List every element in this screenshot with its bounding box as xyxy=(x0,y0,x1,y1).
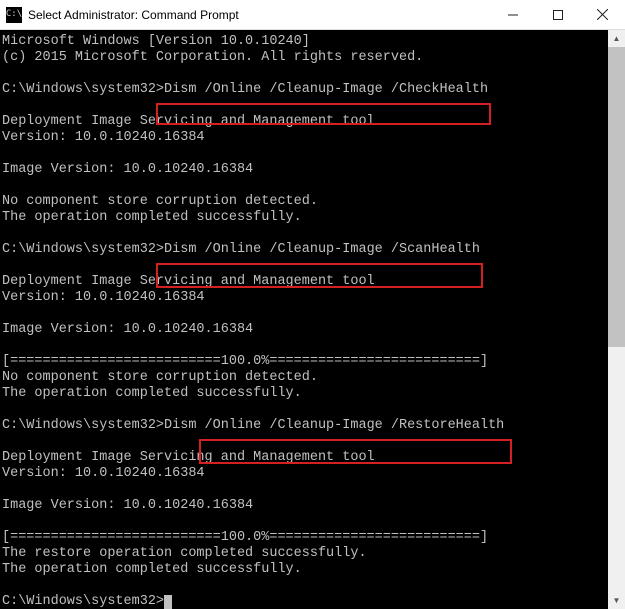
output-line xyxy=(2,226,606,242)
output-line: The operation completed successfully. xyxy=(2,210,606,226)
close-button[interactable] xyxy=(580,0,625,29)
scroll-down-arrow[interactable]: ▼ xyxy=(608,592,625,609)
output-line xyxy=(2,66,606,82)
output-line: The operation completed successfully. xyxy=(2,386,606,402)
output-line: Version: 10.0.10240.16384 xyxy=(2,290,606,306)
output-line: Version: 10.0.10240.16384 xyxy=(2,130,606,146)
output-line xyxy=(2,178,606,194)
maximize-button[interactable] xyxy=(535,0,580,29)
output-line: Version: 10.0.10240.16384 xyxy=(2,466,606,482)
cursor xyxy=(164,595,172,609)
scrollbar[interactable]: ▲ ▼ xyxy=(608,30,625,609)
scroll-up-arrow[interactable]: ▲ xyxy=(608,30,625,47)
output-line xyxy=(2,482,606,498)
command-line: C:\Windows\system32>Dism /Online /Cleanu… xyxy=(2,418,606,434)
terminal-area: Microsoft Windows [Version 10.0.10240](c… xyxy=(0,30,625,609)
output-line xyxy=(2,402,606,418)
output-line: Image Version: 10.0.10240.16384 xyxy=(2,322,606,338)
output-line: The operation completed successfully. xyxy=(2,562,606,578)
output-line xyxy=(2,98,606,114)
output-line: No component store corruption detected. xyxy=(2,194,606,210)
output-line xyxy=(2,338,606,354)
output-line: The restore operation completed successf… xyxy=(2,546,606,562)
output-line: [==========================100.0%=======… xyxy=(2,354,606,370)
minimize-button[interactable] xyxy=(490,0,535,29)
output-line xyxy=(2,434,606,450)
output-line: Deployment Image Servicing and Managemen… xyxy=(2,450,606,466)
prompt-line[interactable]: C:\Windows\system32> xyxy=(2,594,606,609)
command-line: C:\Windows\system32>Dism /Online /Cleanu… xyxy=(2,242,606,258)
scroll-thumb[interactable] xyxy=(608,47,625,347)
output-line: Image Version: 10.0.10240.16384 xyxy=(2,498,606,514)
output-line xyxy=(2,258,606,274)
output-line: Microsoft Windows [Version 10.0.10240] xyxy=(2,34,606,50)
command-line: C:\Windows\system32>Dism /Online /Cleanu… xyxy=(2,82,606,98)
output-line: Deployment Image Servicing and Managemen… xyxy=(2,114,606,130)
output-line: (c) 2015 Microsoft Corporation. All righ… xyxy=(2,50,606,66)
output-line xyxy=(2,514,606,530)
cmd-icon: C:\ xyxy=(6,7,22,23)
output-line: No component store corruption detected. xyxy=(2,370,606,386)
window-title: Select Administrator: Command Prompt xyxy=(28,8,490,22)
output-line: [==========================100.0%=======… xyxy=(2,530,606,546)
output-line xyxy=(2,306,606,322)
output-line: Deployment Image Servicing and Managemen… xyxy=(2,274,606,290)
output-line xyxy=(2,578,606,594)
terminal-output[interactable]: Microsoft Windows [Version 10.0.10240](c… xyxy=(0,30,608,609)
output-line xyxy=(2,146,606,162)
output-line: Image Version: 10.0.10240.16384 xyxy=(2,162,606,178)
window-controls xyxy=(490,0,625,29)
title-bar[interactable]: C:\ Select Administrator: Command Prompt xyxy=(0,0,625,30)
